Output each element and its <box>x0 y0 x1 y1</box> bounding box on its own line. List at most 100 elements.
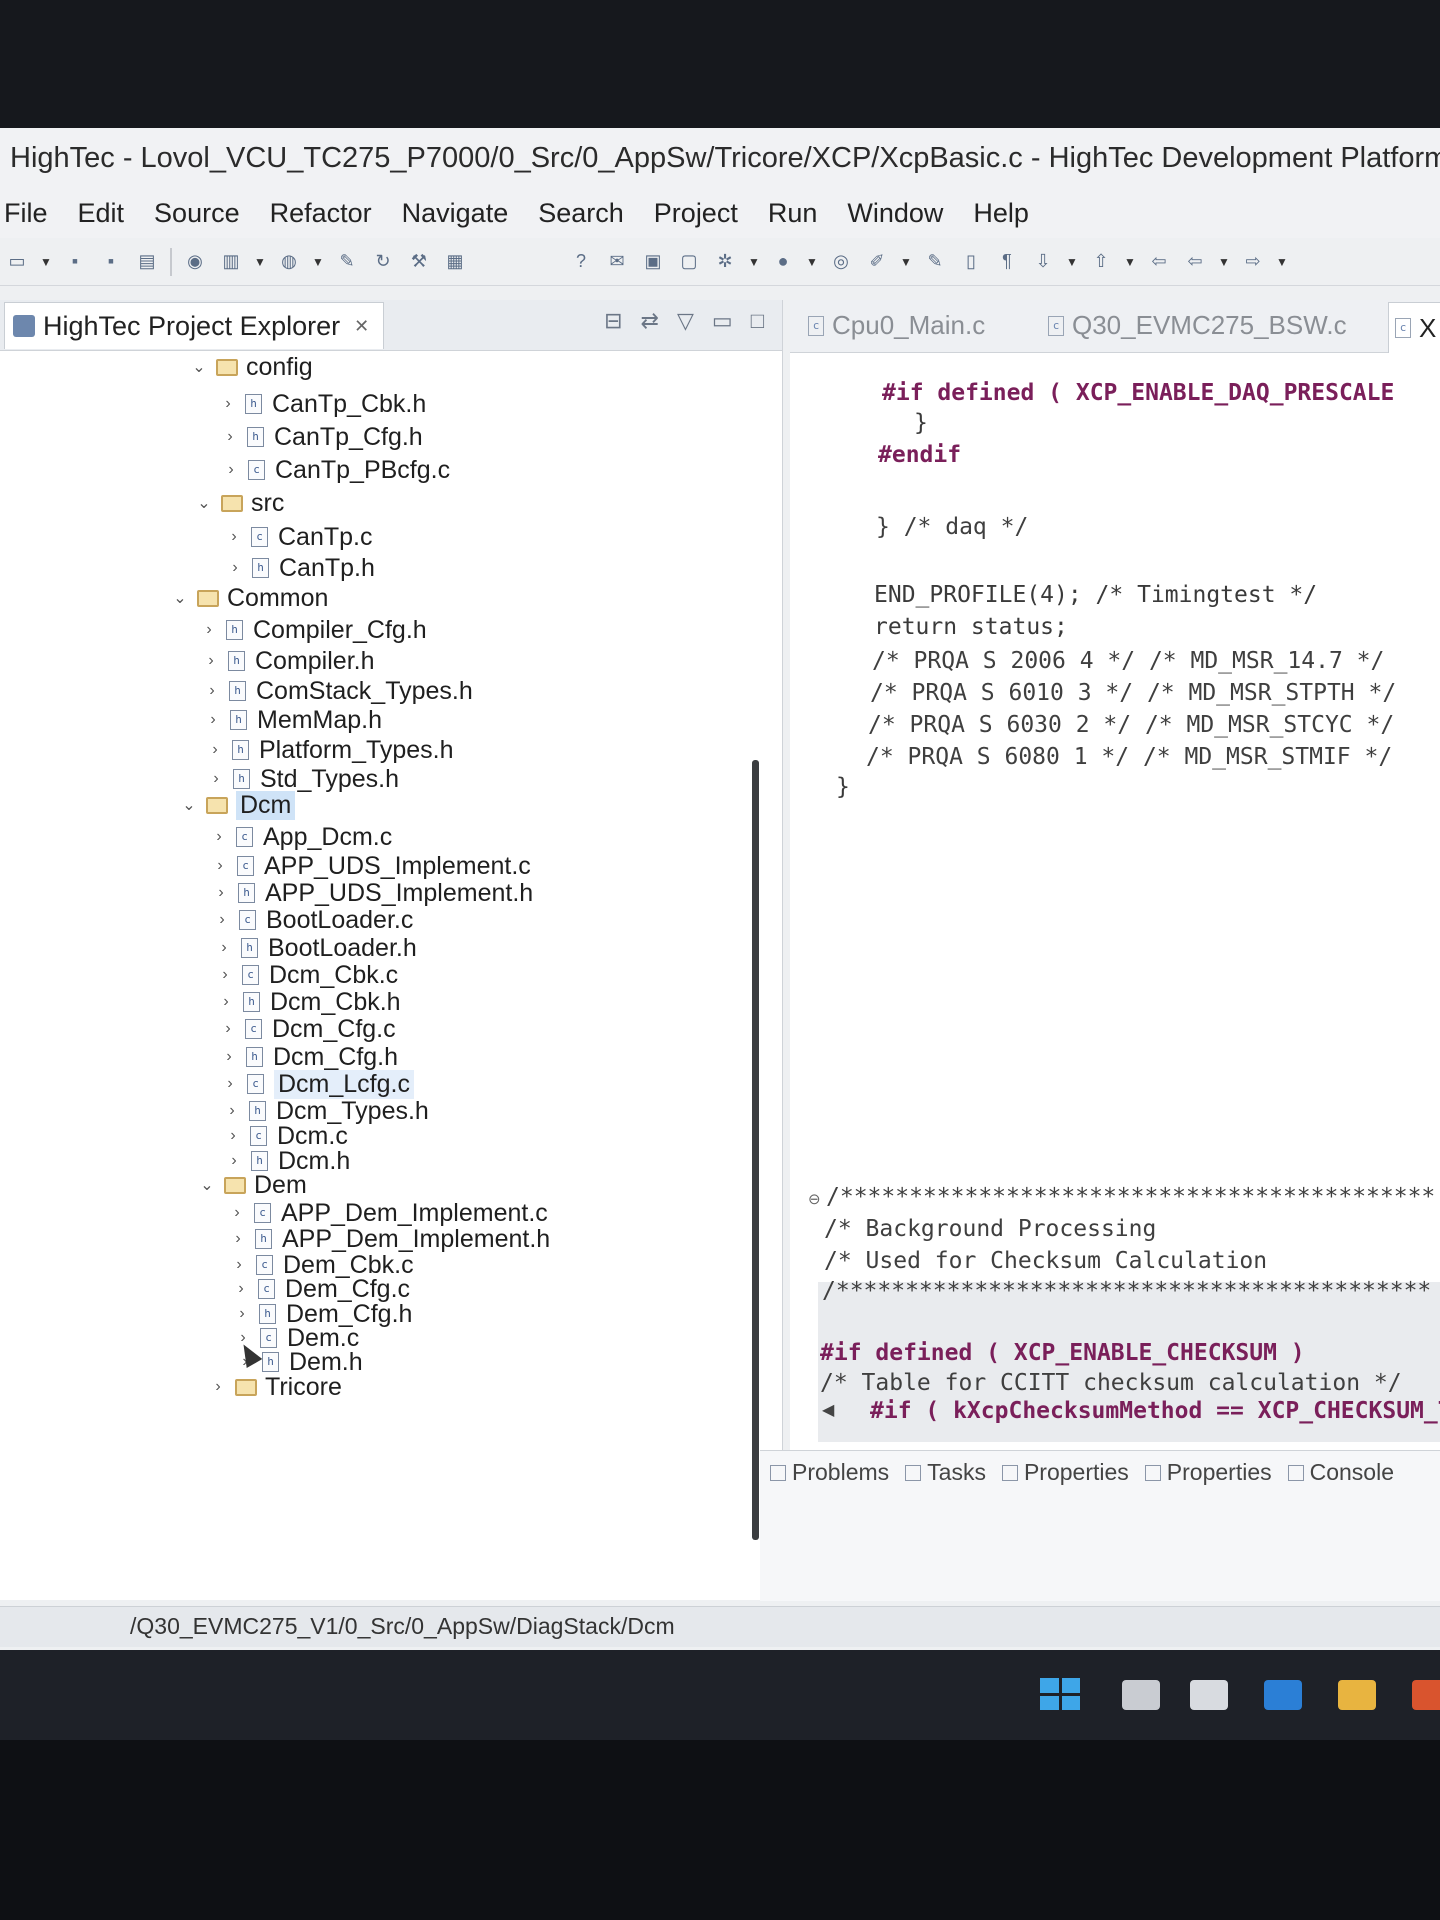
chevron-right-icon[interactable]: › <box>205 770 227 788</box>
close-icon[interactable]: ✕ <box>354 316 369 337</box>
chevron-right-icon[interactable]: › <box>214 966 236 984</box>
menu-search[interactable]: Search <box>523 198 639 229</box>
chevron-right-icon[interactable]: › <box>207 1378 229 1396</box>
link-with-editor-icon[interactable]: ⇄ <box>641 308 659 334</box>
wrench-icon[interactable]: ✎ <box>334 249 360 275</box>
minimize-icon[interactable]: ▭ <box>712 308 733 334</box>
open-folder-icon[interactable]: ▣ <box>640 249 666 275</box>
highlight-icon[interactable]: ✎ <box>922 249 948 275</box>
chevron-right-icon[interactable]: › <box>215 993 237 1011</box>
run-icon[interactable]: ● <box>770 249 796 275</box>
explorer-scrollbar[interactable] <box>752 760 759 1540</box>
forward-icon[interactable]: ⇨ <box>1240 249 1266 275</box>
new-dropdown-icon[interactable]: ▼ <box>40 249 52 275</box>
scroll-left-icon[interactable]: ◀ <box>822 1400 834 1420</box>
view-menu-icon[interactable]: ▽ <box>677 308 694 334</box>
tree-folder[interactable]: ⌄ Common <box>169 581 328 615</box>
store-icon[interactable] <box>1190 1680 1228 1710</box>
chevron-right-icon[interactable]: › <box>230 1280 252 1298</box>
chevron-right-icon[interactable]: › <box>220 461 242 479</box>
build-dropdown-icon[interactable]: ▼ <box>254 249 266 275</box>
print-icon[interactable]: ▤ <box>134 249 160 275</box>
pin-icon[interactable]: ✐ <box>864 249 890 275</box>
forward-dropdown-icon[interactable]: ▼ <box>1276 249 1288 275</box>
tab-tasks[interactable]: Tasks <box>905 1459 986 1486</box>
menu-run[interactable]: Run <box>753 198 833 229</box>
menu-help[interactable]: Help <box>958 198 1044 229</box>
tab-properties-2[interactable]: Properties <box>1144 1459 1272 1486</box>
save-icon[interactable]: ▪ <box>62 249 88 275</box>
chevron-right-icon[interactable]: › <box>221 1102 243 1120</box>
next-annotation-dropdown-icon[interactable]: ▼ <box>1066 249 1078 275</box>
chevron-right-icon[interactable]: › <box>227 1230 249 1248</box>
menu-window[interactable]: Window <box>832 198 958 229</box>
tree-folder[interactable]: ⌄ Dcm <box>178 788 296 822</box>
chevron-right-icon[interactable]: › <box>202 711 224 729</box>
mail-icon[interactable]: ✉ <box>604 249 630 275</box>
menu-edit[interactable]: Edit <box>63 198 140 229</box>
menu-refactor[interactable]: Refactor <box>255 198 387 229</box>
tools-icon[interactable]: ⚒ <box>406 249 432 275</box>
back-icon[interactable]: ⇦ <box>1182 249 1208 275</box>
tree-folder[interactable]: ⌄ src <box>193 486 284 520</box>
chevron-right-icon[interactable]: › <box>208 828 230 846</box>
menu-project[interactable]: Project <box>639 198 753 229</box>
toggle-icon[interactable]: ▯ <box>958 249 984 275</box>
tree-folder[interactable]: ⌄ config <box>188 350 312 384</box>
tree-file[interactable]: › c CanTp.c <box>223 520 372 554</box>
refresh-icon[interactable]: ↻ <box>370 249 396 275</box>
debug-dropdown-icon[interactable]: ▼ <box>748 249 760 275</box>
binary-icon[interactable]: ▦ <box>442 249 468 275</box>
tree-file[interactable]: › c CanTp_PBcfg.c <box>220 453 450 487</box>
chevron-right-icon[interactable]: › <box>217 1020 239 1038</box>
chevron-right-icon[interactable]: › <box>218 1048 240 1066</box>
tree-file[interactable]: › h Compiler.h <box>200 644 374 678</box>
chevron-right-icon[interactable]: › <box>211 911 233 929</box>
new-icon[interactable]: ▭ <box>4 249 30 275</box>
chevron-right-icon[interactable]: › <box>223 528 245 546</box>
chevron-down-icon[interactable]: ⌄ <box>169 588 191 608</box>
start-icon[interactable] <box>1040 1678 1080 1710</box>
chevron-down-icon[interactable]: ⌄ <box>196 1175 218 1195</box>
chip-icon[interactable]: ▢ <box>676 249 702 275</box>
chevron-down-icon[interactable]: ⌄ <box>188 357 210 377</box>
file-explorer-icon[interactable] <box>1338 1680 1376 1710</box>
external-tools-icon[interactable]: ◎ <box>828 249 854 275</box>
pin-dropdown-icon[interactable]: ▼ <box>900 249 912 275</box>
run-dropdown-icon[interactable]: ▼ <box>806 249 818 275</box>
tab-console[interactable]: Console <box>1287 1459 1394 1486</box>
chevron-down-icon[interactable]: ⌄ <box>178 795 200 815</box>
explorer-tab[interactable]: HighTec Project Explorer ✕ <box>4 302 385 349</box>
chevron-right-icon[interactable]: › <box>224 559 246 577</box>
chevron-right-icon[interactable]: › <box>219 428 241 446</box>
fold-toggle-icon[interactable]: ⊖ <box>808 1190 821 1208</box>
help-icon[interactable]: ? <box>568 249 594 275</box>
tree-folder[interactable]: › Tricore <box>207 1370 342 1404</box>
tree-file[interactable]: › h CanTp.h <box>224 551 375 585</box>
tab-problems[interactable]: Problems <box>770 1459 889 1486</box>
chevron-right-icon[interactable]: › <box>198 621 220 639</box>
debug-icon[interactable]: ✲ <box>712 249 738 275</box>
tree-file[interactable]: › h CanTp_Cfg.h <box>219 420 422 454</box>
task-view-icon[interactable] <box>1122 1680 1160 1710</box>
chevron-right-icon[interactable]: › <box>226 1204 248 1222</box>
chevron-right-icon[interactable]: › <box>210 884 232 902</box>
app-icon[interactable] <box>1412 1680 1440 1710</box>
tree-file[interactable]: › h MemMap.h <box>202 703 382 737</box>
chevron-right-icon[interactable]: › <box>213 939 235 957</box>
chevron-right-icon[interactable]: › <box>200 652 222 670</box>
editor-tab-q30-bsw[interactable]: c Q30_EVMC275_BSW.c <box>1048 310 1347 341</box>
mail-app-icon[interactable] <box>1264 1680 1302 1710</box>
chevron-right-icon[interactable]: › <box>217 395 239 413</box>
prev-annotation-icon[interactable]: ⇧ <box>1088 249 1114 275</box>
editor-tab-cpu0-main[interactable]: c Cpu0_Main.c <box>808 310 985 341</box>
chevron-down-icon[interactable]: ⌄ <box>193 493 215 513</box>
target-icon[interactable]: ◍ <box>276 249 302 275</box>
next-annotation-icon[interactable]: ⇩ <box>1030 249 1056 275</box>
maximize-icon[interactable]: □ <box>751 308 764 334</box>
code-area[interactable]: #if defined ( XCP_ENABLE_DAQ_PRESCALE } … <box>790 352 1440 1442</box>
collapse-all-icon[interactable]: ⊟ <box>604 308 622 334</box>
build-icon[interactable]: ◉ <box>182 249 208 275</box>
save-all-icon[interactable]: ▪ <box>98 249 124 275</box>
tab-properties[interactable]: Properties <box>1001 1459 1129 1486</box>
